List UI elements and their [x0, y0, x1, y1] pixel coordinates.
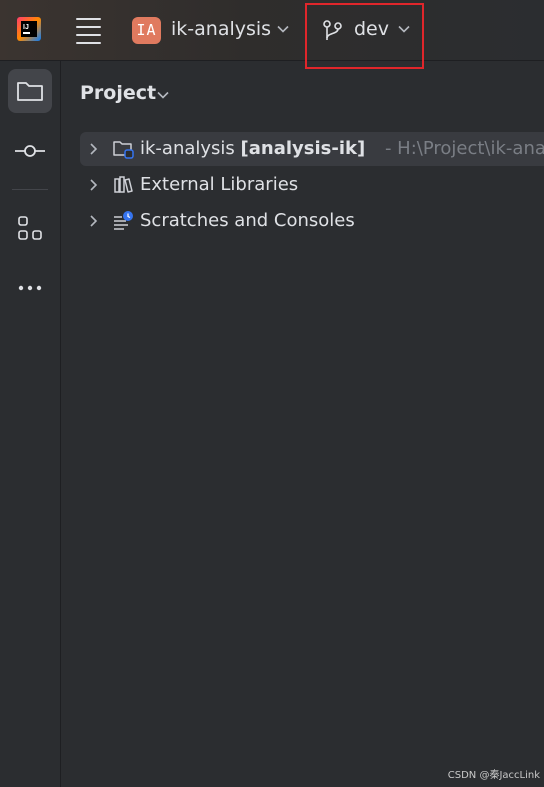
tree-item-external-libraries[interactable]: External Libraries [80, 168, 544, 202]
module-name: [analysis-ik] [240, 138, 366, 159]
tool-window-strip [0, 61, 61, 787]
more-icon [18, 285, 42, 291]
watermark: CSDN @秦JaccLink [447, 770, 540, 781]
commit-tool-button[interactable] [8, 129, 52, 173]
folder-icon [17, 82, 43, 101]
menu-line [76, 42, 101, 44]
menu-line [76, 18, 101, 20]
panel-title[interactable]: Project [80, 82, 156, 104]
chevron-right-icon[interactable] [87, 142, 99, 156]
chevron-down-icon[interactable] [276, 22, 290, 36]
project-tool-button[interactable] [8, 69, 52, 113]
tree-item-label: ik-analysis [analysis-ik] - H:\Project\i… [140, 138, 544, 159]
more-tools-button[interactable] [8, 266, 52, 310]
tree-item-project-root[interactable]: ik-analysis [analysis-ik] - H:\Project\i… [80, 132, 544, 166]
menu-line [76, 26, 101, 28]
title-bar: IJ IA ik-analysis dev [0, 0, 544, 61]
chevron-right-icon[interactable] [87, 178, 99, 192]
project-path: - H:\Project\ik-ana [384, 138, 544, 159]
tree-item-label: External Libraries [140, 174, 299, 195]
structure-tool-button[interactable] [8, 206, 52, 250]
menu-line [76, 34, 101, 36]
library-icon [114, 176, 133, 193]
tree-item-scratches[interactable]: Scratches and Consoles [80, 204, 544, 238]
module-folder-icon [113, 141, 134, 159]
chevron-right-icon[interactable] [87, 214, 99, 228]
project-root-name: ik-analysis [140, 138, 235, 159]
tool-separator [12, 189, 48, 190]
chevron-down-icon[interactable] [156, 88, 170, 102]
commit-icon [15, 145, 45, 157]
structure-icon [18, 216, 42, 240]
intellij-logo-icon[interactable]: IJ [17, 17, 41, 41]
project-name[interactable]: ik-analysis [171, 18, 271, 40]
main-menu-button[interactable] [76, 18, 101, 44]
scratches-icon [114, 211, 133, 230]
project-badge[interactable]: IA [132, 17, 161, 44]
svg-text:IJ: IJ [23, 24, 29, 31]
tree-item-label: Scratches and Consoles [140, 210, 355, 231]
branch-highlight-box [305, 3, 424, 69]
